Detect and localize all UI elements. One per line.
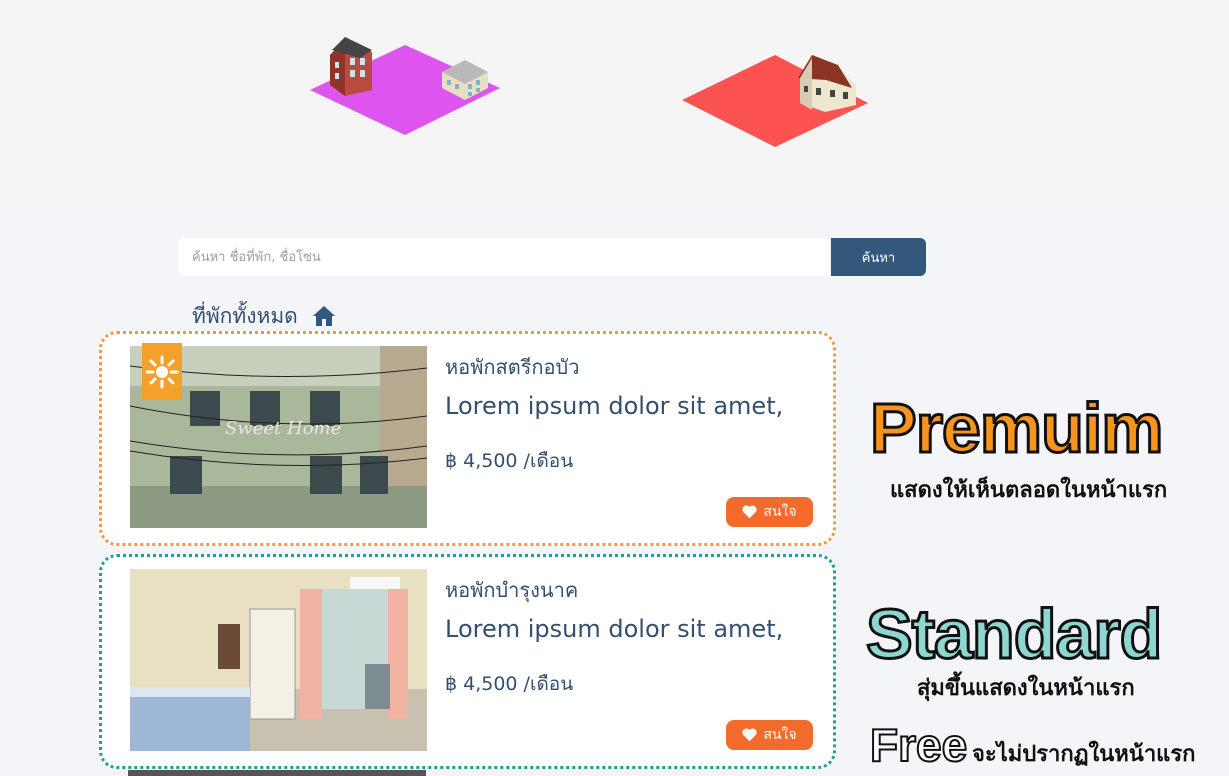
listing-photo[interactable] xyxy=(130,569,427,751)
heart-icon xyxy=(742,728,758,742)
search-input[interactable] xyxy=(178,238,830,276)
next-listing-peek xyxy=(128,770,426,776)
brick-building-icon xyxy=(330,37,372,96)
legend-free-title: Free xyxy=(869,718,968,772)
listing-card-standard[interactable]: หอพักบำรุงนาค Lorem ipsum dolor sit amet… xyxy=(99,554,836,769)
section-title: ที่พักทั้งหมด xyxy=(192,304,298,328)
legend-standard-title: Standard xyxy=(864,594,1163,675)
listing-description: Lorem ipsum dolor sit amet, xyxy=(445,392,784,420)
hero-illustration xyxy=(310,37,868,147)
legend-premium-title: Premuim xyxy=(869,388,1166,469)
photo-sign-text: Sweet Home xyxy=(225,418,341,439)
search-button[interactable]: ค้นหา xyxy=(831,238,926,276)
legend-standard-subtitle: สุ่มขึ้นแสดงในหน้าแรก xyxy=(917,675,1135,700)
home-icon xyxy=(313,306,335,326)
favorite-button[interactable]: สนใจ xyxy=(726,720,813,750)
sun-badge-icon xyxy=(145,355,179,388)
legend-premium-subtitle: แสดงให้เห็นตลอดในหน้าแรก xyxy=(890,477,1168,502)
listing-title[interactable]: หอพักบำรุงนาค xyxy=(445,574,578,606)
listing-card-premium[interactable]: Sweet Home หอพักสตรีกอบัว Lorem ipsum do… xyxy=(99,331,836,546)
house-icon xyxy=(798,55,856,112)
listing-price: ฿ 4,500 /เดือน xyxy=(445,673,574,695)
listing-description: Lorem ipsum dolor sit amet, xyxy=(445,615,784,643)
favorite-label: สนใจ xyxy=(763,727,797,743)
legend-free-subtitle: จะไม่ปรากฏในหน้าแรก xyxy=(972,741,1196,766)
favorite-button[interactable]: สนใจ xyxy=(726,497,813,527)
listing-title[interactable]: หอพักสตรีกอบัว xyxy=(445,351,579,383)
premium-badge xyxy=(142,343,182,400)
hero-banner xyxy=(0,0,1229,208)
favorite-label: สนใจ xyxy=(763,504,797,520)
search-bar: ค้นหา xyxy=(178,238,926,276)
heart-icon xyxy=(742,505,758,519)
listing-price: ฿ 4,500 /เดือน xyxy=(445,450,574,472)
